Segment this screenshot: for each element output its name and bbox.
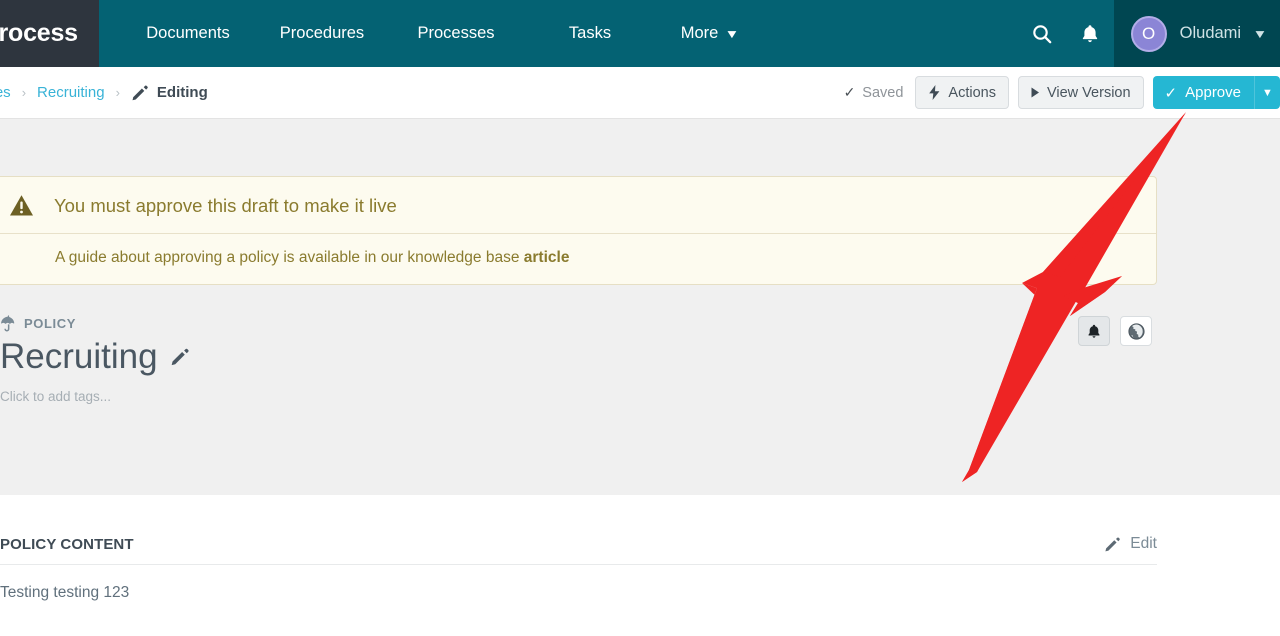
pencil-icon bbox=[1104, 536, 1121, 553]
alert-body: A guide about approving a policy is avai… bbox=[0, 234, 1156, 284]
add-tags-field[interactable]: Click to add tags... bbox=[0, 389, 1169, 404]
visibility-button[interactable] bbox=[1120, 316, 1152, 346]
nav-item-processes[interactable]: Processes bbox=[389, 0, 523, 67]
alert-body-link[interactable]: article bbox=[524, 249, 570, 266]
umbrella-icon bbox=[0, 315, 17, 332]
breadcrumb-separator: › bbox=[115, 85, 120, 100]
saved-label: Saved bbox=[862, 84, 904, 101]
nav-item-label: Documents bbox=[146, 24, 230, 42]
notifications-button[interactable] bbox=[1066, 0, 1114, 67]
alert-body-text: A guide about approving a policy is avai… bbox=[55, 249, 524, 266]
search-button[interactable] bbox=[1018, 0, 1066, 67]
policy-content-header: POLICY CONTENT Edit bbox=[0, 495, 1157, 565]
app-root: Process Documents Procedures Processes T… bbox=[0, 0, 1280, 636]
policy-heading-block: POLICY Recruiting Click to add tags... bbox=[0, 315, 1169, 404]
policy-kicker-label: POLICY bbox=[24, 316, 76, 331]
view-version-label: View Version bbox=[1046, 84, 1131, 101]
globe-icon bbox=[1127, 322, 1145, 340]
user-menu[interactable]: O Oludami ▼ bbox=[1113, 0, 1280, 67]
subscribe-button[interactable] bbox=[1078, 316, 1110, 346]
nav-item-label: Procedures bbox=[279, 24, 365, 42]
nav-item-documents[interactable]: Documents bbox=[121, 0, 255, 67]
brand-logo[interactable]: Process bbox=[0, 0, 99, 67]
approval-alert: You must approve this draft to make it l… bbox=[0, 176, 1157, 285]
toolbar-actions: ✓ Saved Actions View Version ✓ Approve ▼ bbox=[844, 67, 1280, 119]
edit-content-button[interactable]: Edit bbox=[1104, 535, 1157, 553]
policy-title-row: Recruiting bbox=[0, 337, 1169, 377]
bell-icon bbox=[1082, 24, 1097, 42]
page-title: Recruiting bbox=[0, 337, 158, 376]
chevron-down-icon: ▼ bbox=[724, 26, 740, 41]
editor-toolbar: cies › Recruiting › Editing ✓ Saved bbox=[0, 67, 1280, 119]
avatar: O bbox=[1130, 15, 1167, 52]
lightning-bolt-icon bbox=[928, 85, 941, 100]
policy-type-label: POLICY bbox=[0, 315, 1169, 332]
nav-item-more[interactable]: More ▼ bbox=[657, 0, 762, 67]
breadcrumb-current-label: Editing bbox=[156, 84, 208, 101]
approve-dropdown-button[interactable]: ▼ bbox=[1254, 76, 1280, 109]
edit-label: Edit bbox=[1130, 535, 1157, 552]
check-icon: ✓ bbox=[1164, 84, 1178, 102]
policy-header-actions bbox=[1068, 316, 1152, 346]
policy-content-inner: POLICY CONTENT Edit Testing testing 123 bbox=[0, 495, 1157, 602]
brand-name: Process bbox=[0, 19, 78, 47]
play-triangle-icon bbox=[1031, 87, 1040, 98]
top-navbar: Process Documents Procedures Processes T… bbox=[0, 0, 1280, 67]
approve-label: Approve bbox=[1185, 84, 1241, 101]
user-name: Oludami bbox=[1179, 24, 1242, 42]
nav-item-tasks[interactable]: Tasks bbox=[523, 0, 657, 67]
nav-item-procedures[interactable]: Procedures bbox=[255, 0, 389, 67]
edit-title-button[interactable] bbox=[170, 347, 190, 367]
search-icon bbox=[1032, 24, 1052, 43]
navbar-right: O Oludami ▼ bbox=[1018, 0, 1280, 67]
nav-item-label: More bbox=[680, 24, 719, 42]
check-icon: ✓ bbox=[843, 84, 856, 100]
bell-icon bbox=[1088, 324, 1100, 338]
breadcrumb-item-policies[interactable]: cies bbox=[0, 84, 11, 101]
approve-button[interactable]: ✓ Approve bbox=[1152, 76, 1254, 109]
section-title: POLICY CONTENT bbox=[0, 536, 134, 553]
breadcrumb-item-editing: Editing bbox=[131, 84, 208, 102]
pencil-icon bbox=[171, 349, 189, 366]
policy-content-body: Testing testing 123 bbox=[0, 584, 130, 601]
actions-label: Actions bbox=[948, 84, 996, 101]
pencil-icon bbox=[131, 84, 149, 102]
breadcrumb-item-recruiting[interactable]: Recruiting bbox=[37, 84, 105, 101]
breadcrumb-separator: › bbox=[21, 85, 27, 100]
policy-header-section: You must approve this draft to make it l… bbox=[0, 120, 1280, 495]
alert-header: You must approve this draft to make it l… bbox=[0, 177, 1156, 234]
chevron-down-icon: ▼ bbox=[1252, 26, 1268, 41]
saved-status: ✓ Saved bbox=[844, 84, 904, 101]
avatar-initial: O bbox=[1142, 23, 1156, 43]
breadcrumb: cies › Recruiting › Editing bbox=[0, 84, 208, 102]
actions-button[interactable]: Actions bbox=[915, 76, 1009, 109]
view-version-button[interactable]: View Version bbox=[1017, 76, 1144, 109]
policy-content-section: POLICY CONTENT Edit Testing testing 123 bbox=[0, 495, 1280, 636]
nav-item-label: Tasks bbox=[568, 24, 612, 42]
caret-down-icon: ▼ bbox=[1262, 86, 1273, 99]
primary-nav: Documents Procedures Processes Tasks Mor… bbox=[99, 0, 1018, 67]
alert-title: You must approve this draft to make it l… bbox=[54, 194, 397, 216]
nav-item-label: Processes bbox=[417, 24, 495, 42]
approve-button-group: ✓ Approve ▼ bbox=[1152, 76, 1280, 109]
warning-triangle-icon bbox=[9, 194, 34, 217]
